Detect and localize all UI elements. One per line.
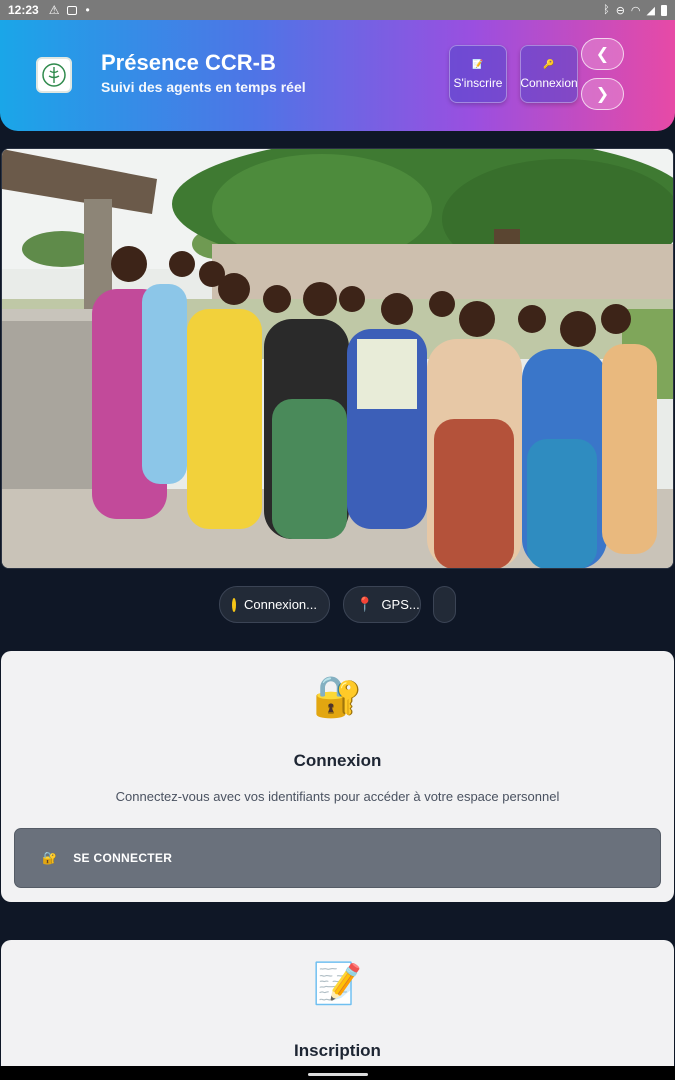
hero-photo xyxy=(1,148,674,569)
gps-status-chip: 📍 GPS... xyxy=(343,586,421,623)
connection-status-chip: Connexion... xyxy=(219,586,330,623)
bluetooth-icon: ᛒ xyxy=(603,4,610,16)
status-bar: 12:23 ⚠ • ᛒ ⊖ ◠ ◢ xyxy=(0,0,675,20)
app-logo xyxy=(36,57,72,93)
register-card-title: Inscription xyxy=(294,1041,381,1060)
app-title: Présence CCR-B xyxy=(101,50,276,75)
login-card: 🔐 Connexion Connectez-vous avec vos iden… xyxy=(1,651,674,902)
login-card-description: Connectez-vous avec vos identifiants pou… xyxy=(115,789,560,804)
app-header: Présence CCR-B Suivi des agents en temps… xyxy=(0,20,675,131)
home-handle[interactable] xyxy=(308,1073,368,1076)
battery-icon xyxy=(661,4,667,16)
memo-icon: 📝 xyxy=(312,962,363,1006)
status-time: 12:23 xyxy=(8,3,39,17)
system-nav-bar xyxy=(0,1066,675,1080)
screenshot-icon xyxy=(67,5,78,15)
login-button[interactable]: 🔑 Connexion xyxy=(520,45,578,103)
register-card: 📝 Inscription xyxy=(1,940,674,1066)
register-button[interactable]: 📝 S'inscrire xyxy=(449,45,507,103)
location-pin-icon: 📍 xyxy=(356,596,374,612)
gps-status-text: GPS... xyxy=(381,597,420,612)
prev-button[interactable]: ❮ xyxy=(581,38,624,70)
lock-icon: 🔐 xyxy=(42,851,58,865)
key-icon: 🔑 xyxy=(543,58,555,69)
connect-button-label: SE CONNECTER xyxy=(73,851,173,865)
connect-button[interactable]: 🔐 SE CONNECTER xyxy=(14,828,661,888)
dnd-icon: ⊖ xyxy=(615,4,625,17)
login-card-title: Connexion xyxy=(293,751,382,770)
register-button-label: S'inscrire xyxy=(453,75,503,90)
memo-icon: 📝 xyxy=(472,58,484,69)
empty-status-chip xyxy=(433,586,456,623)
app-subtitle: Suivi des agents en temps réel xyxy=(101,79,306,95)
login-button-label: Connexion xyxy=(520,75,578,90)
next-button[interactable]: ❯ xyxy=(581,78,624,110)
connection-status-text: Connexion... xyxy=(244,597,317,612)
wifi-icon: ◠ xyxy=(630,4,641,17)
warning-icon: ⚠ xyxy=(48,3,60,17)
status-dot-icon xyxy=(232,597,236,612)
signal-icon: ◢ xyxy=(646,4,655,17)
dot-icon: • xyxy=(85,3,90,17)
lock-key-icon: 🔐 xyxy=(312,675,363,719)
